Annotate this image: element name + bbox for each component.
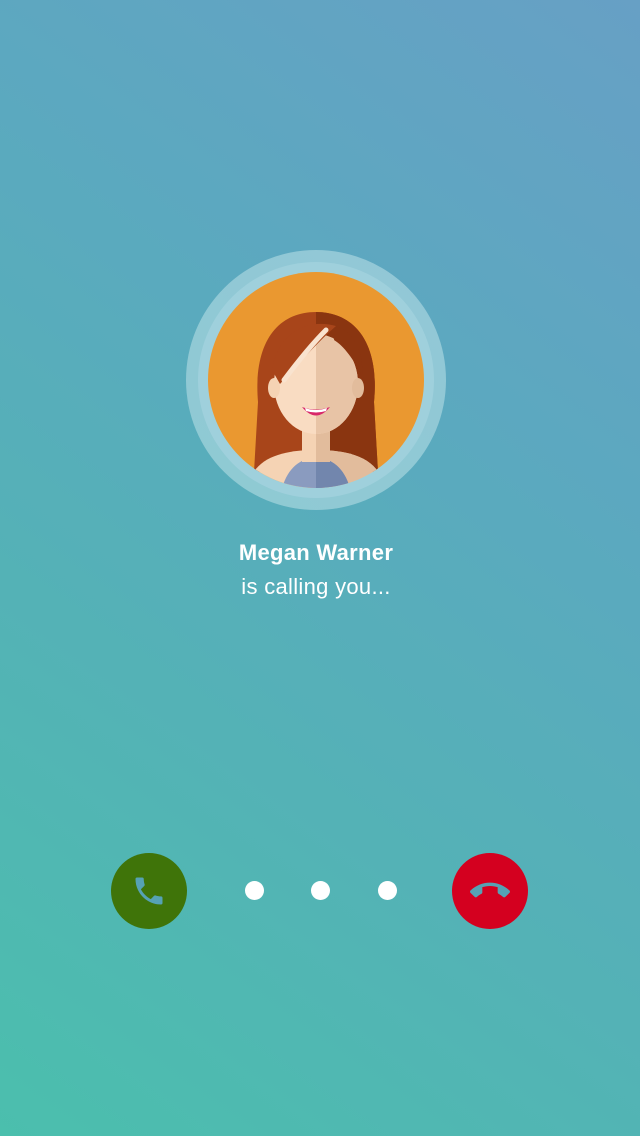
slide-indicator-dot bbox=[245, 881, 264, 900]
accept-call-button[interactable] bbox=[111, 853, 187, 929]
avatar bbox=[208, 272, 424, 488]
caller-name: Megan Warner bbox=[238, 540, 394, 565]
phone-hangup-icon bbox=[470, 882, 510, 898]
woman-avatar-icon bbox=[248, 312, 384, 488]
phone-icon bbox=[135, 877, 163, 905]
caller-avatar-halo bbox=[186, 250, 446, 510]
call-status-text: is calling you... bbox=[241, 574, 391, 599]
slide-indicator-dot bbox=[311, 881, 330, 900]
slide-indicator-dot bbox=[378, 881, 397, 900]
incoming-call-screen: Megan Warner is calling you... bbox=[0, 0, 640, 1136]
decline-call-button[interactable] bbox=[452, 853, 528, 929]
